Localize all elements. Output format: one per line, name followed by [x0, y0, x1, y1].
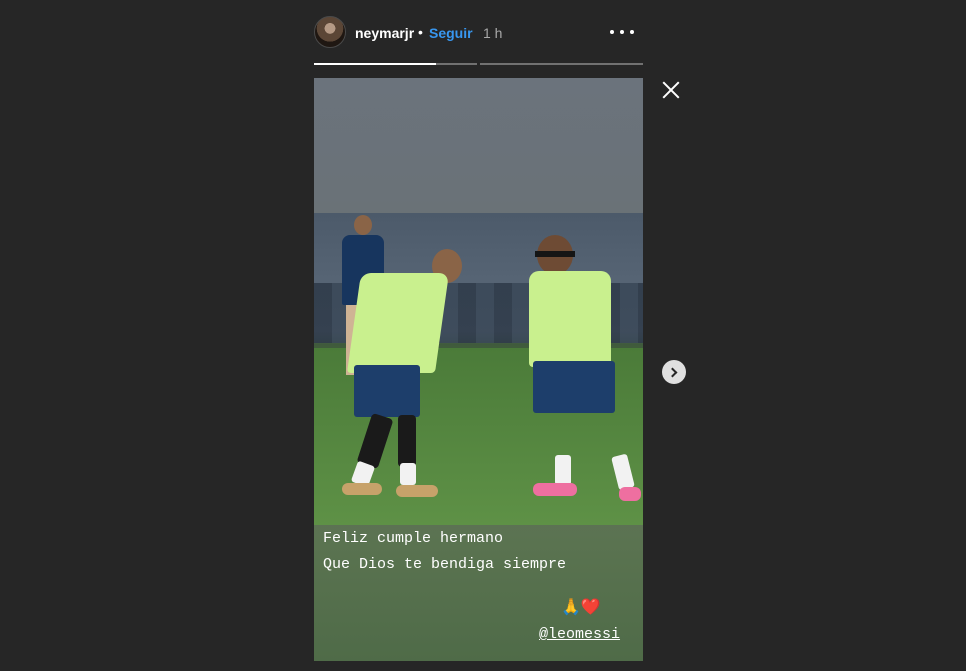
separator-dot: • [418, 24, 423, 40]
story-photo [314, 213, 643, 525]
follow-button[interactable]: Seguir [429, 25, 473, 41]
story-progress [314, 63, 643, 65]
more-options-icon[interactable] [610, 25, 634, 39]
time-ago: 1 h [483, 25, 503, 41]
story-frame[interactable]: Feliz cumple hermano Que Dios te bendiga… [314, 78, 643, 661]
chevron-glyph [667, 367, 678, 377]
avatar[interactable] [314, 16, 346, 48]
story-viewer: neymarjr • Seguir 1 h Feliz cumple herma… [0, 0, 966, 671]
mention-link[interactable]: @leomessi [539, 626, 620, 643]
chevron-right-icon[interactable] [662, 360, 686, 384]
prayer-heart-emoji: 🙏❤️ [561, 599, 601, 616]
username-link[interactable]: neymarjr [355, 25, 414, 41]
progress-segment-current [314, 63, 477, 65]
story-header: neymarjr • Seguir 1 h [314, 16, 644, 50]
progress-segment-next [480, 63, 643, 65]
caption-line-1: Feliz cumple hermano [323, 530, 504, 547]
close-icon[interactable] [660, 79, 682, 101]
caption-line-2: Que Dios te bendiga siempre [323, 556, 567, 573]
progress-fill [314, 63, 437, 65]
